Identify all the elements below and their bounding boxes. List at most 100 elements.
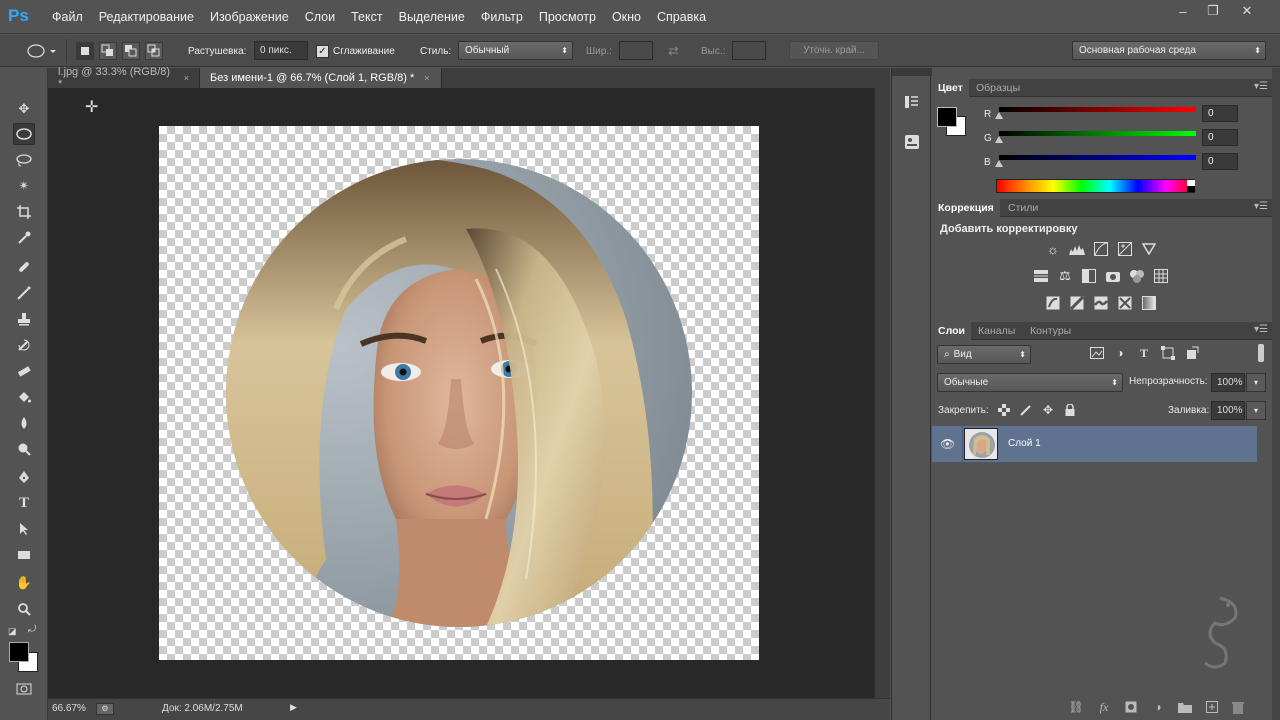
menu-filter[interactable]: Фильтр xyxy=(473,10,531,24)
dodge-tool-icon[interactable] xyxy=(13,438,35,460)
new-adjustment-layer-icon[interactable]: ◑ xyxy=(1148,698,1168,716)
share-icon[interactable]: ⚙ xyxy=(96,703,114,715)
play-arrow-icon[interactable]: ▶ xyxy=(290,702,297,713)
brush-tool-icon[interactable] xyxy=(13,282,35,304)
tab-layers[interactable]: Слои xyxy=(932,322,971,340)
tab-ljpg[interactable]: l.jpg @ 33.3% (RGB/8) * × xyxy=(48,66,200,90)
link-layers-icon[interactable]: ⛓ xyxy=(1066,698,1086,716)
menu-text[interactable]: Текст xyxy=(343,10,390,24)
eye-visibility-icon[interactable]: 👁 xyxy=(940,437,955,451)
panel-menu-icon[interactable]: ▾☰ xyxy=(1254,324,1268,335)
brightness-contrast-icon[interactable]: ☼ xyxy=(1043,240,1063,258)
healing-brush-tool-icon[interactable] xyxy=(13,256,35,278)
menu-file[interactable]: Файл xyxy=(44,10,91,24)
lock-position-icon[interactable]: ✥ xyxy=(1038,401,1058,419)
opacity-dropdown-icon[interactable]: ▾ xyxy=(1246,373,1266,392)
antialias-checkbox[interactable]: ✓ Сглаживание xyxy=(316,35,395,67)
intersect-selection-icon[interactable] xyxy=(145,42,163,60)
gradient-map-icon[interactable] xyxy=(1139,294,1159,312)
vibrance-icon[interactable] xyxy=(1139,240,1159,258)
add-selection-icon[interactable] xyxy=(99,42,117,60)
tab-channels[interactable]: Каналы xyxy=(972,322,1021,340)
curves-icon[interactable] xyxy=(1091,240,1111,258)
rectangle-tool-icon[interactable] xyxy=(13,544,35,566)
menu-view[interactable]: Просмотр xyxy=(531,10,604,24)
width-input[interactable] xyxy=(619,41,653,60)
document-canvas[interactable] xyxy=(159,126,759,660)
move-tool-icon[interactable]: ✥ xyxy=(13,98,35,120)
panel-menu-icon[interactable]: ▾☰ xyxy=(1254,81,1268,92)
filter-type-icon[interactable]: T xyxy=(1134,344,1154,362)
menu-image[interactable]: Изображение xyxy=(202,10,297,24)
black-white-icon[interactable] xyxy=(1079,267,1099,285)
b-slider-thumb[interactable] xyxy=(995,160,1003,167)
color-lookup-icon[interactable] xyxy=(1151,267,1171,285)
add-mask-icon[interactable] xyxy=(1121,698,1141,716)
r-slider[interactable] xyxy=(999,107,1196,112)
fill-dropdown-icon[interactable]: ▾ xyxy=(1246,401,1266,420)
vertical-scrollbar[interactable] xyxy=(874,88,890,698)
eraser-tool-icon[interactable] xyxy=(13,360,35,382)
swap-colors-icon[interactable]: ⤾ xyxy=(28,624,36,635)
close-button[interactable]: ✕ xyxy=(1232,2,1262,20)
menu-edit[interactable]: Редактирование xyxy=(91,10,202,24)
filter-toggle[interactable] xyxy=(1258,344,1264,362)
blur-tool-icon[interactable] xyxy=(13,412,35,434)
exposure-icon[interactable] xyxy=(1115,240,1135,258)
filter-pixel-icon[interactable] xyxy=(1087,344,1107,362)
quick-mask-icon[interactable] xyxy=(13,678,35,700)
restore-button[interactable]: ❐ xyxy=(1198,2,1228,20)
posterize-icon[interactable] xyxy=(1067,294,1087,312)
tab-color[interactable]: Цвет xyxy=(932,79,969,97)
new-group-icon[interactable] xyxy=(1175,698,1195,716)
pen-tool-icon[interactable] xyxy=(13,466,35,488)
threshold-icon[interactable] xyxy=(1091,294,1111,312)
ellipse-marquee-preset-icon[interactable] xyxy=(26,35,56,67)
trash-icon[interactable] xyxy=(1228,698,1248,716)
minimize-button[interactable]: – xyxy=(1168,2,1198,20)
g-slider[interactable] xyxy=(999,131,1196,136)
zoom-level[interactable]: 66.67% xyxy=(52,703,86,714)
g-value[interactable]: 0 xyxy=(1202,129,1238,146)
menu-select[interactable]: Выделение xyxy=(391,10,473,24)
refine-edge-button[interactable]: Уточн. край... xyxy=(789,41,879,60)
default-colors-icon[interactable]: ◪ xyxy=(8,626,17,637)
elliptical-marquee-tool-icon[interactable] xyxy=(13,123,35,145)
history-brush-tool-icon[interactable] xyxy=(13,334,35,356)
panel-menu-icon[interactable]: ▾☰ xyxy=(1254,201,1268,212)
workspace-select[interactable]: Основная рабочая среда ⬍ xyxy=(1072,41,1266,60)
menu-layers[interactable]: Слои xyxy=(297,10,343,24)
fx-icon[interactable]: fx xyxy=(1094,698,1114,716)
photo-filter-icon[interactable] xyxy=(1103,267,1123,285)
crop-tool-icon[interactable] xyxy=(13,201,35,223)
b-slider[interactable] xyxy=(999,155,1196,160)
magic-wand-tool-icon[interactable]: ✴ xyxy=(13,175,35,197)
history-panel-icon[interactable] xyxy=(900,90,924,114)
path-selection-tool-icon[interactable] xyxy=(13,518,35,540)
feather-input[interactable]: 0 пикс. xyxy=(254,41,308,60)
tab-swatches[interactable]: Образцы xyxy=(970,79,1026,97)
lasso-tool-icon[interactable] xyxy=(13,149,35,171)
tab-paths[interactable]: Контуры xyxy=(1024,322,1077,340)
style-select[interactable]: Обычный ⬍ xyxy=(458,41,573,60)
menu-help[interactable]: Справка xyxy=(649,10,714,24)
tab-adjustments[interactable]: Коррекция xyxy=(932,199,1000,217)
g-slider-thumb[interactable] xyxy=(995,136,1003,143)
type-tool-icon[interactable]: T xyxy=(13,492,35,514)
lock-all-icon[interactable] xyxy=(1060,401,1080,419)
canvas-area[interactable]: ✛ xyxy=(48,88,890,698)
close-icon[interactable]: × xyxy=(424,73,429,83)
channel-mixer-icon[interactable] xyxy=(1127,267,1147,285)
tab-styles[interactable]: Стили xyxy=(1002,199,1044,217)
opacity-input[interactable]: 100% xyxy=(1211,373,1245,392)
selective-color-icon[interactable] xyxy=(1115,294,1135,312)
black-chip[interactable] xyxy=(1187,186,1195,192)
paint-bucket-tool-icon[interactable] xyxy=(13,386,35,408)
foreground-color-swatch[interactable] xyxy=(9,642,29,662)
blend-mode-select[interactable]: Обычные ⬍ xyxy=(937,373,1123,392)
panel-scrollbar[interactable] xyxy=(1272,68,1280,720)
properties-panel-icon[interactable] xyxy=(900,130,924,154)
layer-filter-select[interactable]: ⌕ Вид ⬍ xyxy=(937,345,1031,364)
close-icon[interactable]: × xyxy=(184,73,189,83)
color-ramp[interactable] xyxy=(996,179,1195,193)
